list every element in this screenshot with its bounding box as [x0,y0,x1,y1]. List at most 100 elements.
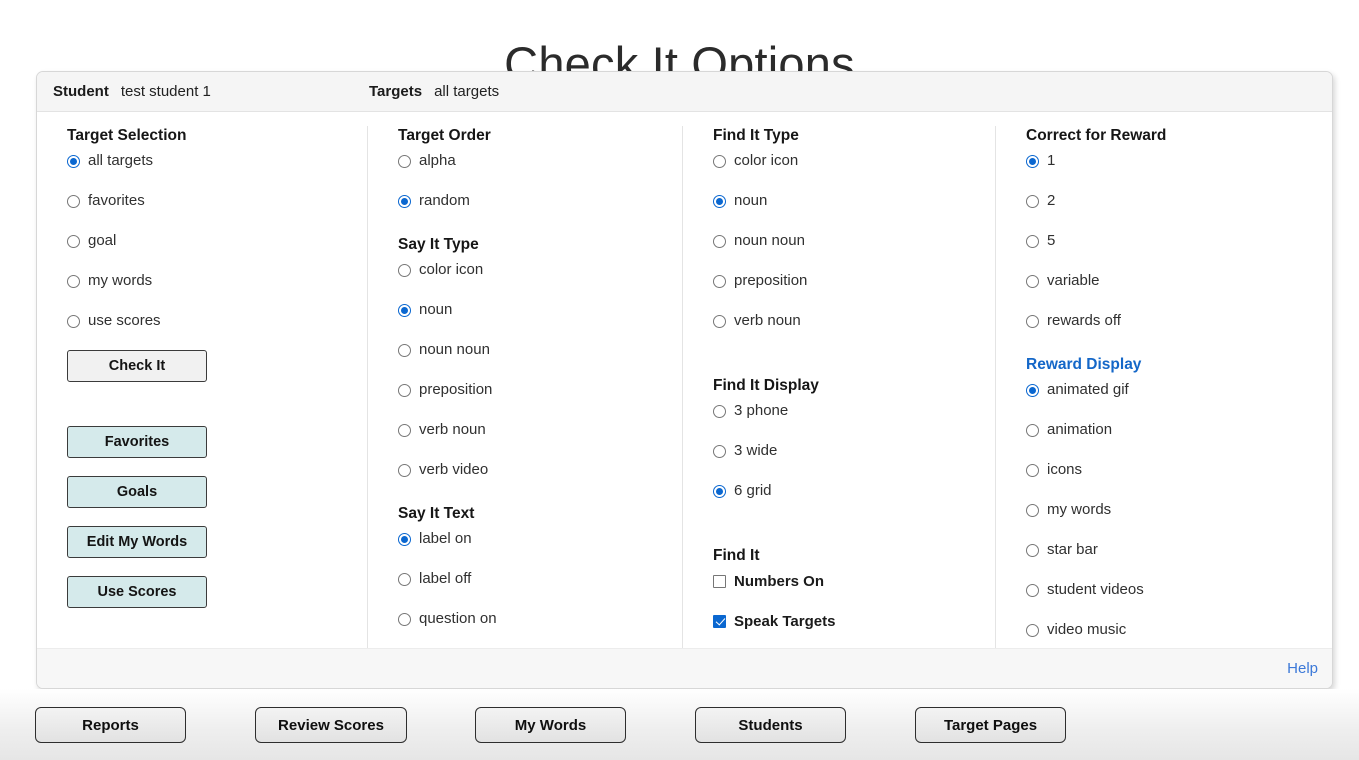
radio-label: animation [1047,421,1113,438]
radio-option-question-on[interactable]: question on [398,608,674,630]
radio-option-alpha[interactable]: alpha [398,150,674,172]
radio-option-say-noun-noun[interactable]: noun noun [398,339,674,361]
radio-label: verb video [419,461,489,478]
radio-icon [398,612,411,626]
radio-label: alpha [419,152,456,169]
my-words-button[interactable]: My Words [475,707,626,743]
radio-option-find-color-icon[interactable]: color icon [713,150,987,172]
radio-label: student videos [1047,581,1144,598]
column-target-selection: Target Selection all targets favorites g… [37,126,367,649]
radio-label: question on [419,610,497,627]
radio-label: preposition [734,272,808,289]
checkbox-numbers-on[interactable]: Numbers On [713,570,987,592]
radio-option-my-words[interactable]: my words [67,270,359,292]
use-scores-button[interactable]: Use Scores [67,576,207,608]
targets-header-group: Targets all targets [369,83,499,100]
radio-option-animation[interactable]: animation [1026,419,1307,441]
radio-label: 1 [1047,152,1056,169]
radio-option-reward-2[interactable]: 2 [1026,190,1307,212]
radio-icon [1026,383,1039,397]
help-link[interactable]: Help [1287,660,1318,677]
review-scores-button[interactable]: Review Scores [255,707,407,743]
radio-icon [713,404,726,418]
radio-icon [1026,503,1039,517]
radio-option-video-music[interactable]: video music [1026,619,1307,641]
radio-option-star-bar[interactable]: star bar [1026,539,1307,561]
target-pages-button[interactable]: Target Pages [915,707,1066,743]
radio-option-6-grid[interactable]: 6 grid [713,480,987,502]
radio-option-say-color-icon[interactable]: color icon [398,259,674,281]
checkbox-icon [713,574,726,588]
radio-label: star bar [1047,541,1098,558]
students-button[interactable]: Students [695,707,846,743]
radio-label: verb noun [734,312,801,329]
radio-option-3-wide[interactable]: 3 wide [713,440,987,462]
group-title-find-it: Find It [713,547,760,564]
favorites-button[interactable]: Favorites [67,426,207,458]
radio-option-random[interactable]: random [398,190,674,212]
radio-icon [398,154,411,168]
radio-icon [398,383,411,397]
radio-option-reward-my-words[interactable]: my words [1026,499,1307,521]
radio-icon [713,154,726,168]
radio-icon [67,274,80,288]
checkbox-speak-targets[interactable]: Speak Targets [713,610,987,632]
student-label: Student [53,83,109,100]
radio-label: use scores [88,312,161,329]
radio-option-say-verb-noun[interactable]: verb noun [398,419,674,441]
check-it-button[interactable]: Check It [67,350,207,382]
group-title-correct-for-reward: Correct for Reward [1026,127,1167,144]
radio-icon [1026,543,1039,557]
radio-option-animated-gif[interactable]: animated gif [1026,379,1307,401]
radio-label: noun [419,301,453,318]
radio-option-say-preposition[interactable]: preposition [398,379,674,401]
radio-icon [67,234,80,248]
radio-option-reward-5[interactable]: 5 [1026,230,1307,252]
radio-option-say-verb-video[interactable]: verb video [398,459,674,481]
radio-label: 3 phone [734,402,789,419]
radio-label: my words [88,272,153,289]
radio-option-find-noun-noun[interactable]: noun noun [713,230,987,252]
column-find-it: Find It Type color icon noun noun noun p… [682,126,995,649]
radio-label: variable [1047,272,1100,289]
targets-value: all targets [434,83,500,100]
radio-option-student-videos[interactable]: student videos [1026,579,1307,601]
radio-option-label-on[interactable]: label on [398,528,674,550]
reports-button[interactable]: Reports [35,707,186,743]
group-title-say-it-text: Say It Text [398,505,475,522]
radio-label: all targets [88,152,154,169]
checkbox-label: Speak Targets [734,612,836,630]
radio-option-find-verb-noun[interactable]: verb noun [713,310,987,332]
radio-option-icons[interactable]: icons [1026,459,1307,481]
student-header-group: Student test student 1 [53,83,369,100]
radio-option-3-phone[interactable]: 3 phone [713,400,987,422]
edit-my-words-button[interactable]: Edit My Words [67,526,207,558]
radio-option-goal[interactable]: goal [67,230,359,252]
radio-icon [1026,194,1039,208]
radio-icon [398,343,411,357]
radio-option-label-off[interactable]: label off [398,568,674,590]
radio-label: random [419,192,470,209]
radio-icon [67,194,80,208]
radio-option-use-scores[interactable]: use scores [67,310,359,332]
radio-option-all-targets[interactable]: all targets [67,150,359,172]
radio-option-favorites[interactable]: favorites [67,190,359,212]
radio-icon [1026,314,1039,328]
radio-icon [1026,623,1039,637]
radio-label: 5 [1047,232,1056,249]
radio-option-reward-variable[interactable]: variable [1026,270,1307,292]
radio-option-reward-1[interactable]: 1 [1026,150,1307,172]
radio-option-find-noun[interactable]: noun [713,190,987,212]
radio-option-rewards-off[interactable]: rewards off [1026,310,1307,332]
radio-icon [67,154,80,168]
card-footer: Help [37,648,1332,688]
radio-icon [398,303,411,317]
goals-button[interactable]: Goals [67,476,207,508]
radio-option-say-noun[interactable]: noun [398,299,674,321]
radio-label: rewards off [1047,312,1121,329]
group-title-reward-display[interactable]: Reward Display [1026,355,1307,375]
radio-label: goal [88,232,117,249]
radio-icon [713,484,726,498]
radio-option-find-preposition[interactable]: preposition [713,270,987,292]
radio-icon [1026,423,1039,437]
